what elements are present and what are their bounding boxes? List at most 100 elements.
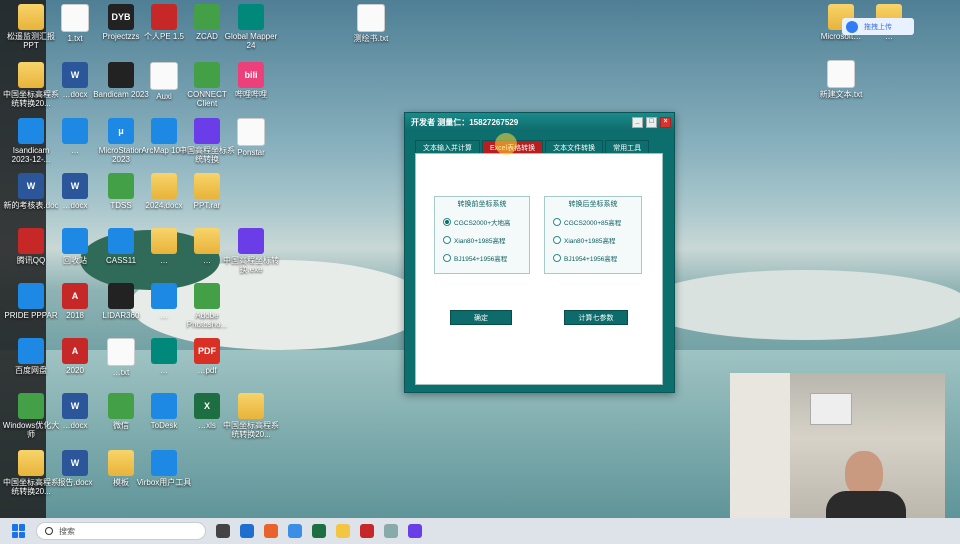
source-option-bj1954[interactable]: BJ1954+1956高程	[443, 253, 529, 263]
desktop-icon[interactable]: 中国坐标高程系统转换20...	[222, 393, 280, 439]
bandicam-icon[interactable]	[360, 524, 374, 538]
file-icon	[237, 118, 265, 146]
desktop-icon[interactable]: Global Mapper 24	[222, 4, 280, 50]
close-button[interactable]: ×	[660, 116, 671, 128]
blue-icon: μ	[108, 118, 134, 144]
webcam-overlay	[730, 373, 945, 535]
word-icon: W	[62, 173, 88, 199]
folder-icon	[18, 62, 44, 88]
blue-icon	[18, 338, 44, 364]
word-icon: W	[62, 62, 88, 88]
green-icon	[194, 4, 220, 30]
desktop-icon[interactable]: 中国高程坐标转换.exe	[222, 228, 280, 274]
radio-icon	[443, 254, 451, 262]
excel-icon: X	[194, 393, 220, 419]
folder-icon	[194, 228, 220, 254]
confirm-button[interactable]: 确定	[450, 310, 512, 325]
green-icon	[194, 283, 220, 309]
desktop-icon-label: Global Mapper 24	[224, 32, 278, 50]
cloud-icon	[846, 20, 858, 33]
desktop-icon[interactable]: PDF …pdf	[178, 338, 236, 375]
desktop-icon-label: PPT.rar	[193, 201, 221, 210]
webcam-wall	[730, 373, 790, 535]
cloud-upload-label: 拖拽上传	[864, 23, 892, 31]
desktop-icon-label: Adobe Photosho...	[186, 311, 228, 329]
blue-icon	[151, 450, 177, 476]
teal-icon	[151, 338, 177, 364]
purple-icon	[238, 228, 264, 254]
desktop-icon[interactable]: PPT.rar	[178, 173, 236, 210]
target-option-xian80[interactable]: Xian80+1985高程	[553, 235, 641, 245]
edge-icon[interactable]	[240, 524, 254, 538]
app-icon[interactable]	[264, 524, 278, 538]
folder-icon	[108, 450, 134, 476]
source-system-group: 转换前坐标系统 CGCS2000+大地高 Xian80+1985高程 BJ195…	[434, 196, 530, 274]
file-explorer-icon[interactable]	[336, 524, 350, 538]
word-icon: W	[18, 173, 44, 199]
search-icon	[45, 527, 53, 535]
blue-icon	[151, 283, 177, 309]
desktop-icon-label: 中国高程坐标转换.exe	[223, 256, 279, 274]
radio-icon	[443, 218, 451, 226]
source-group-title: 转换前坐标系统	[457, 201, 507, 208]
coordinate-app-icon[interactable]	[408, 524, 422, 538]
desktop-icon-label: 测绘书.txt	[353, 34, 389, 43]
red-icon: A	[62, 283, 88, 309]
dark-icon	[108, 62, 134, 88]
radio-icon	[553, 218, 561, 226]
window-titlebar[interactable]: 开发者 测量仁：15827267529 _ □ ×	[405, 113, 674, 131]
blue-icon	[18, 118, 44, 144]
red-icon	[18, 228, 44, 254]
app-icon[interactable]	[384, 524, 398, 538]
folder-icon	[238, 393, 264, 419]
search-placeholder: 搜索	[59, 526, 75, 536]
desktop-icon-label: Ponstar	[237, 148, 265, 157]
windows-start-icon[interactable]	[12, 524, 26, 538]
dark-icon	[108, 283, 134, 309]
file-icon	[61, 4, 89, 32]
desktop-icon-label: 中国坐标高程系统转换20...	[223, 421, 279, 439]
green-icon	[18, 393, 44, 419]
file-icon	[357, 4, 385, 32]
excel-icon[interactable]	[312, 524, 326, 538]
desktop-icon-label: Virbox用户工具	[136, 478, 192, 487]
desktop-icon[interactable]: 新建文本.txt	[812, 60, 870, 99]
target-option-bj1954[interactable]: BJ1954+1956高程	[553, 253, 641, 263]
blue-icon	[18, 283, 44, 309]
maximize-button[interactable]: □	[646, 116, 657, 128]
radio-icon	[553, 254, 561, 262]
folder-icon	[194, 173, 220, 199]
source-option-xian80[interactable]: Xian80+1985高程	[443, 235, 529, 245]
desktop-icon-label: …pdf	[197, 366, 217, 375]
desktop-icon[interactable]: Adobe Photosho...	[178, 283, 236, 329]
desktop-icon[interactable]: Virbox用户工具	[135, 450, 193, 487]
pdf-icon: PDF	[194, 338, 220, 364]
file-icon	[107, 338, 135, 366]
app-icon[interactable]	[288, 524, 302, 538]
cloud-upload-button[interactable]: 拖拽上传	[842, 18, 914, 35]
desktop-icon[interactable]: 测绘书.txt	[342, 4, 400, 43]
task-view-icon[interactable]	[216, 524, 230, 538]
desktop-icon[interactable]: bili 哔哩哔哩	[222, 62, 280, 99]
radio-icon	[553, 236, 561, 244]
folder-icon	[18, 450, 44, 476]
word-icon: W	[62, 450, 88, 476]
cursor-highlight	[495, 133, 517, 155]
red-icon	[151, 4, 177, 30]
compute-seven-params-button[interactable]: 计算七参数	[564, 310, 628, 325]
green-icon	[194, 62, 220, 88]
source-option-cgcs2000[interactable]: CGCS2000+大地高	[443, 217, 529, 227]
folder-icon	[151, 173, 177, 199]
blue-icon	[108, 228, 134, 254]
target-option-cgcs2000[interactable]: CGCS2000+85高程	[553, 217, 641, 227]
taskbar-search[interactable]: 搜索	[36, 522, 206, 540]
desktop-icon[interactable]: Ponstar	[222, 118, 280, 157]
desktop-icon-label: 哔哩哔哩	[235, 90, 267, 99]
target-group-title: 转换后坐标系统	[568, 201, 618, 208]
minimize-button[interactable]: _	[632, 116, 643, 128]
window-title: 开发者 测量仁：15827267529	[411, 117, 519, 127]
file-icon	[827, 60, 855, 88]
green-icon	[108, 173, 134, 199]
blue-icon	[151, 118, 177, 144]
purple-icon	[194, 118, 220, 144]
